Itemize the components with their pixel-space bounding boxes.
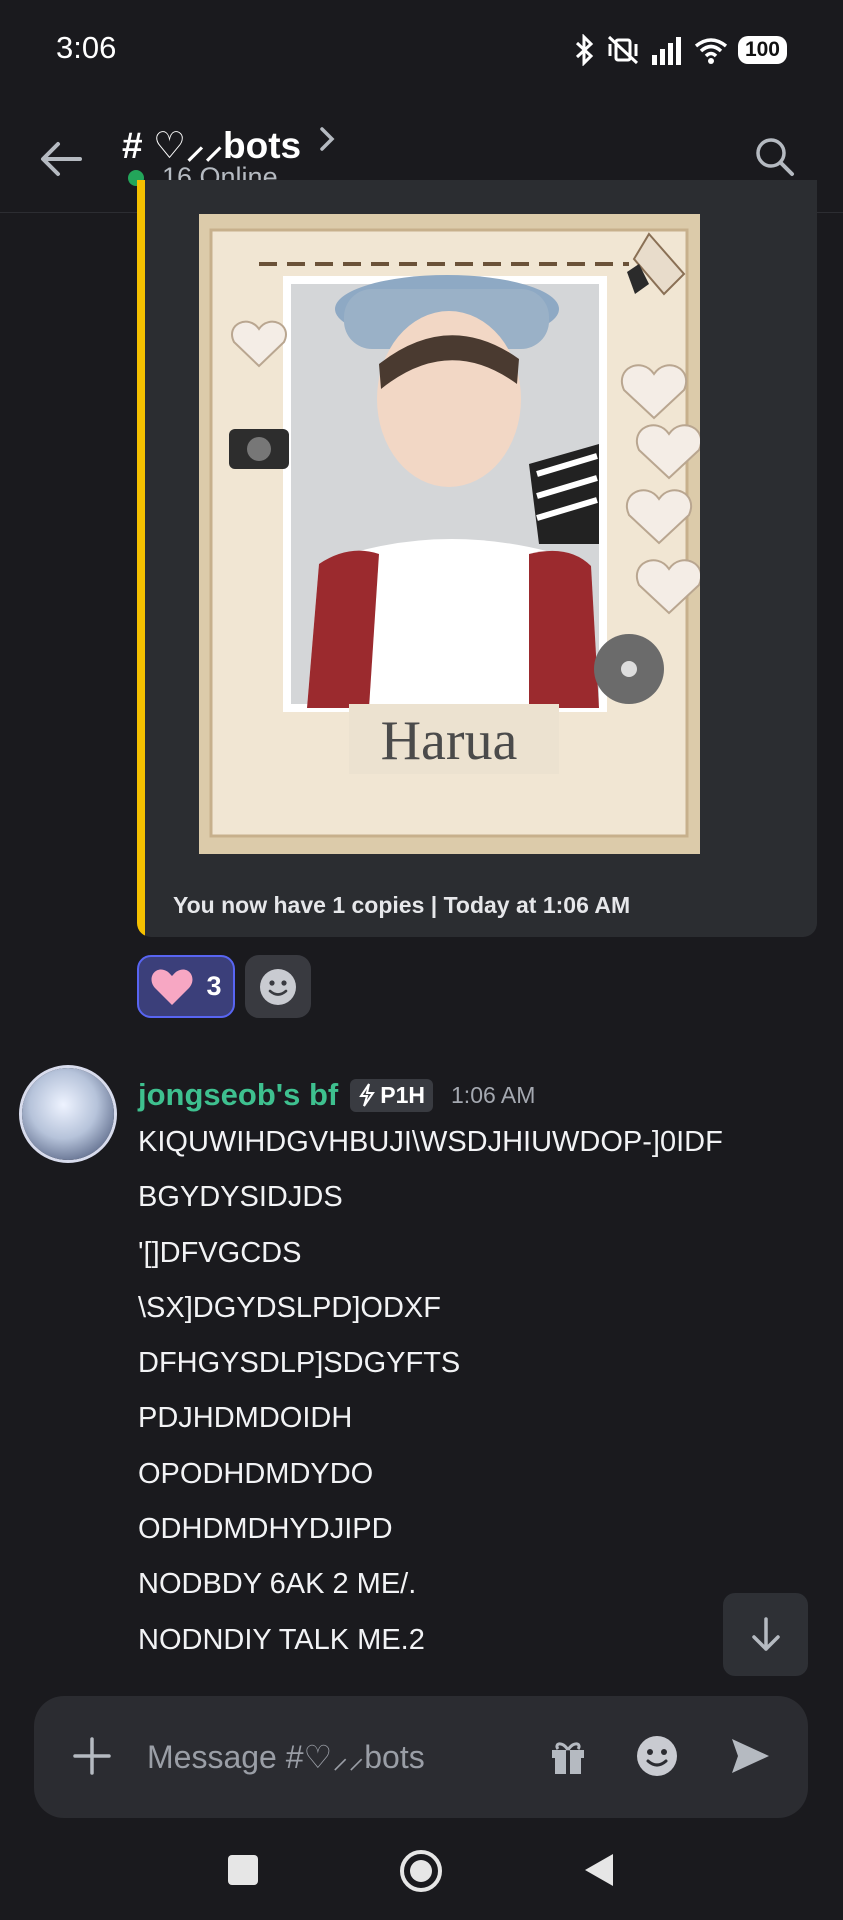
message-line: \SX]DGYDSLPD]ODXF: [138, 1291, 441, 1324]
nav-back-button[interactable]: [583, 1852, 615, 1888]
embed-accent-bar: [137, 180, 145, 937]
avatar[interactable]: [22, 1068, 114, 1160]
message-line: '[]DFVGCDS: [138, 1236, 302, 1269]
jump-to-bottom-button[interactable]: [723, 1593, 808, 1676]
message-body[interactable]: KIQUWIHDGVHBUJI\WSDJHIUWDOP-]0IDF BGYDYS…: [138, 1122, 723, 1675]
author-tag[interactable]: P1H: [350, 1078, 434, 1112]
message-header: jongseob's bf P1H 1:06 AM: [138, 1077, 535, 1113]
reaction-heart-button[interactable]: 3: [137, 955, 235, 1018]
message-line: NODBDY 6AK 2 ME/.: [138, 1568, 417, 1601]
status-icons: 100: [574, 30, 787, 70]
message-line: DFHGYSDLP]SDGYFTS: [138, 1347, 461, 1380]
smiley-icon: [260, 968, 296, 1005]
gift-icon[interactable]: [548, 1736, 588, 1776]
message-timestamp: 1:06 AM: [451, 1081, 536, 1108]
emoji-icon[interactable]: [635, 1734, 679, 1778]
message-composer: Message #♡⸝⸝bots: [34, 1696, 808, 1818]
bluetooth-icon: [575, 34, 594, 66]
message-line: ODHDMDHYDJIPD: [138, 1513, 393, 1546]
card-caption: Harua: [381, 710, 518, 772]
message-line: KIQUWIHDGVHBUJI\WSDJHIUWDOP-]0IDF: [138, 1126, 723, 1158]
lightning-icon: [359, 1083, 376, 1107]
plus-icon[interactable]: [72, 1736, 112, 1776]
search-icon[interactable]: [752, 134, 796, 178]
message-line: PDJHDMDOIDH: [138, 1402, 353, 1435]
add-reaction-button[interactable]: [245, 955, 311, 1018]
home-button[interactable]: [399, 1849, 443, 1893]
send-icon[interactable]: [729, 1736, 771, 1776]
message-line: BGYDYSIDJDS: [138, 1181, 343, 1214]
status-time: 3:06: [56, 30, 117, 65]
mute-vibrate-icon: [607, 35, 638, 65]
message-input[interactable]: Message #♡⸝⸝bots: [147, 1735, 425, 1778]
back-arrow-icon[interactable]: [36, 134, 86, 184]
bot-embed: Harua You now have 1 copies | Today at 1…: [137, 180, 817, 937]
author-name[interactable]: jongseob's bf: [138, 1077, 338, 1113]
wifi-icon: [694, 38, 728, 64]
embed-footer-text: You now have 1 copies | Today at 1:06 AM: [173, 892, 631, 918]
battery-indicator: 100: [737, 36, 787, 64]
card-image[interactable]: Harua: [199, 214, 700, 854]
signal-icon: [651, 37, 681, 65]
reaction-count: 3: [206, 971, 222, 1001]
message-line: NODNDIY TALK ME.2: [138, 1623, 425, 1656]
chevron-right-icon[interactable]: [315, 122, 339, 156]
heart-icon: [152, 969, 193, 1005]
recents-button[interactable]: [228, 1855, 258, 1885]
arrow-down-icon: [751, 1616, 780, 1651]
message-line: OPODHDMDYDO: [138, 1457, 374, 1490]
author-tag-label: P1H: [380, 1081, 426, 1108]
